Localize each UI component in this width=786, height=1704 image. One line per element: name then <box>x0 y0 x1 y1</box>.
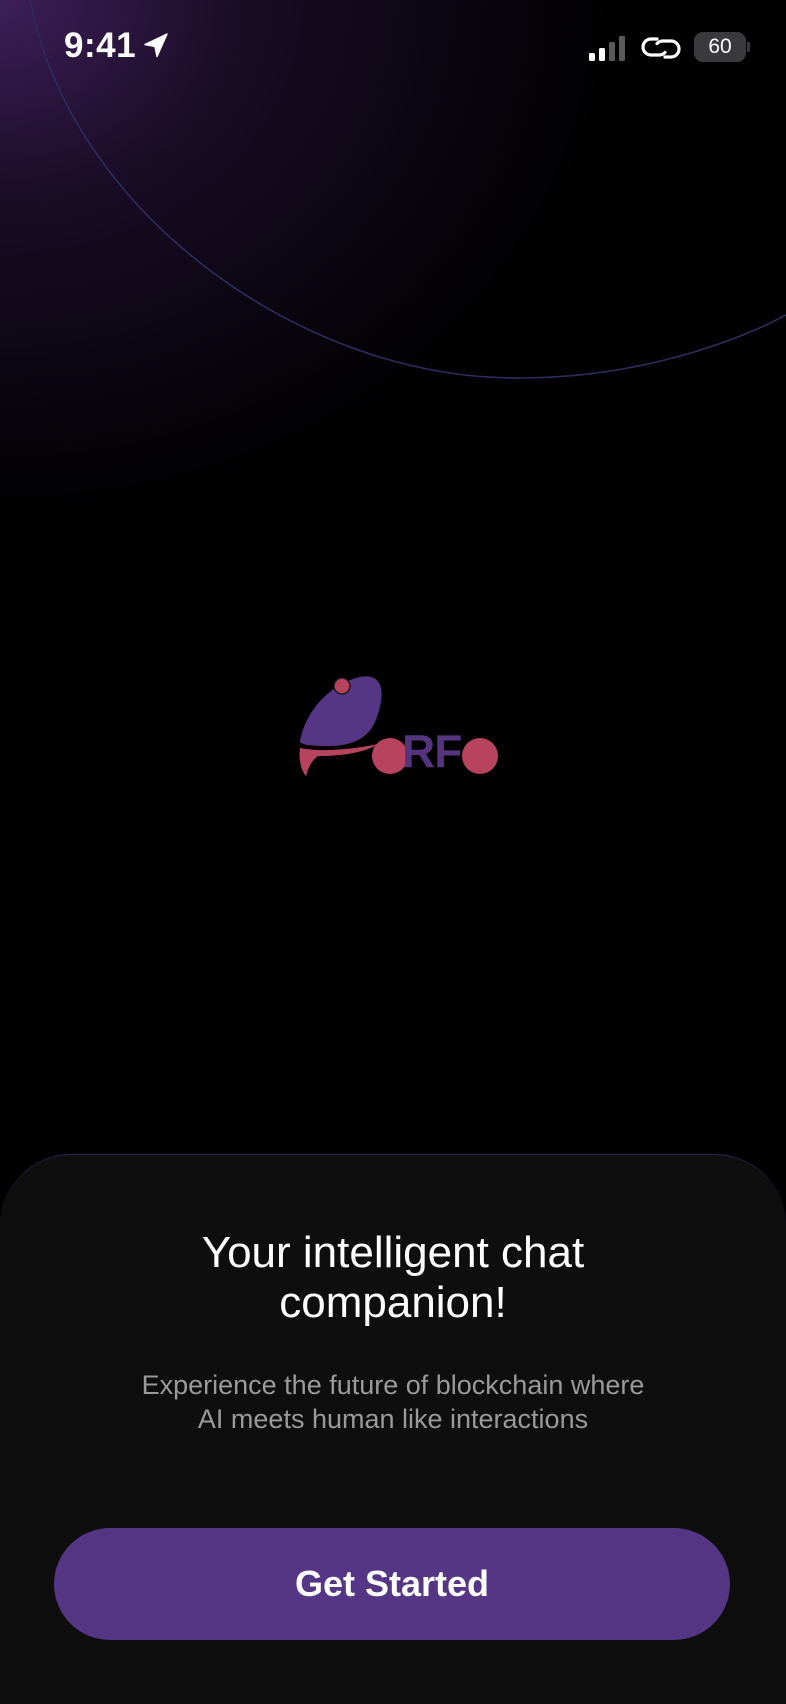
status-bar: 9:41 60 <box>0 0 786 96</box>
battery-level: 60 <box>708 35 732 58</box>
battery-icon: 60 <box>694 32 746 62</box>
headline-line-2: companion! <box>279 1278 507 1327</box>
brand-logo <box>299 676 498 776</box>
brand-logo-text: RF <box>402 725 462 777</box>
subtext-line-1: Experience the future of blockchain wher… <box>141 1370 645 1400</box>
onboarding-headline: Your intelligent chat companion! <box>0 1228 786 1328</box>
location-arrow-icon <box>144 33 168 58</box>
battery-cap <box>747 42 750 52</box>
onboarding-subtext: Experience the future of blockchain wher… <box>0 1368 786 1436</box>
status-time: 9:41 <box>64 26 137 65</box>
get-started-button[interactable]: Get Started <box>54 1528 730 1640</box>
subtext-line-2: AI meets human like interactions <box>197 1404 589 1434</box>
headline-line-1: Your intelligent chat <box>201 1228 585 1277</box>
link-icon <box>641 37 681 59</box>
cellular-signal-icon <box>589 36 625 61</box>
onboarding-screen: 9:41 60 RF Your intelligent chat compani… <box>0 0 786 1704</box>
